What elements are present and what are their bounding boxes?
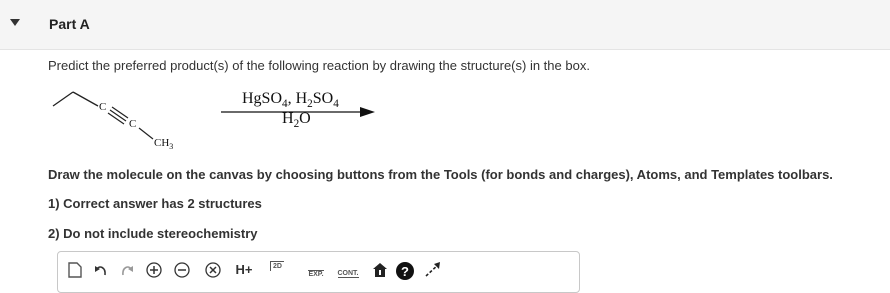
contract-button[interactable]: CONT. [334, 261, 362, 283]
reagents-above-arrow: HgSO4, H2SO4 [242, 90, 339, 111]
editor-toolbar: H+ 2D EXP. CONT. ? [58, 252, 579, 292]
increase-charge-icon[interactable] [144, 261, 164, 283]
expand-label: EXP. [308, 270, 324, 278]
reaction-scheme: C C CH3 [52, 91, 375, 151]
reaction-arrow-head [360, 107, 375, 117]
rule-2: 2) Do not include stereochemistry [48, 226, 258, 241]
clean-2d-button[interactable]: 2D [266, 261, 288, 283]
instructions: Draw the molecule on the canvas by choos… [48, 167, 833, 182]
contract-label: CONT. [337, 270, 359, 278]
reagent-below-arrow: H2O [282, 110, 311, 131]
carbon-label-2: C [129, 118, 136, 130]
expand-button[interactable]: EXP. [304, 261, 328, 283]
undo-icon[interactable] [92, 261, 110, 283]
delete-icon[interactable] [203, 261, 223, 283]
question-text: Predict the preferred product(s) of the … [48, 58, 590, 73]
rule-1: 1) Correct answer has 2 structures [48, 196, 262, 211]
bond-line [138, 127, 154, 140]
molecule-editor[interactable]: H+ 2D EXP. CONT. ? [57, 251, 580, 293]
help-icon[interactable]: ? [394, 261, 416, 283]
part-title: Part A [49, 16, 90, 32]
info-icon[interactable] [371, 261, 389, 283]
part-header[interactable]: Part A [0, 0, 890, 50]
bond-line [72, 91, 99, 107]
svg-text:?: ? [401, 264, 409, 279]
chevron-down-icon[interactable] [10, 19, 20, 26]
expand-window-icon[interactable] [422, 261, 444, 283]
select-icon[interactable] [66, 261, 84, 283]
redo-icon[interactable] [118, 261, 136, 283]
add-hydrogen-button[interactable]: H+ [231, 262, 257, 284]
bond-line [52, 91, 74, 107]
decrease-charge-icon[interactable] [172, 261, 192, 283]
clean-2d-label: 2D [270, 261, 284, 271]
methyl-label: CH3 [154, 137, 173, 151]
carbon-label-1: C [99, 101, 106, 113]
